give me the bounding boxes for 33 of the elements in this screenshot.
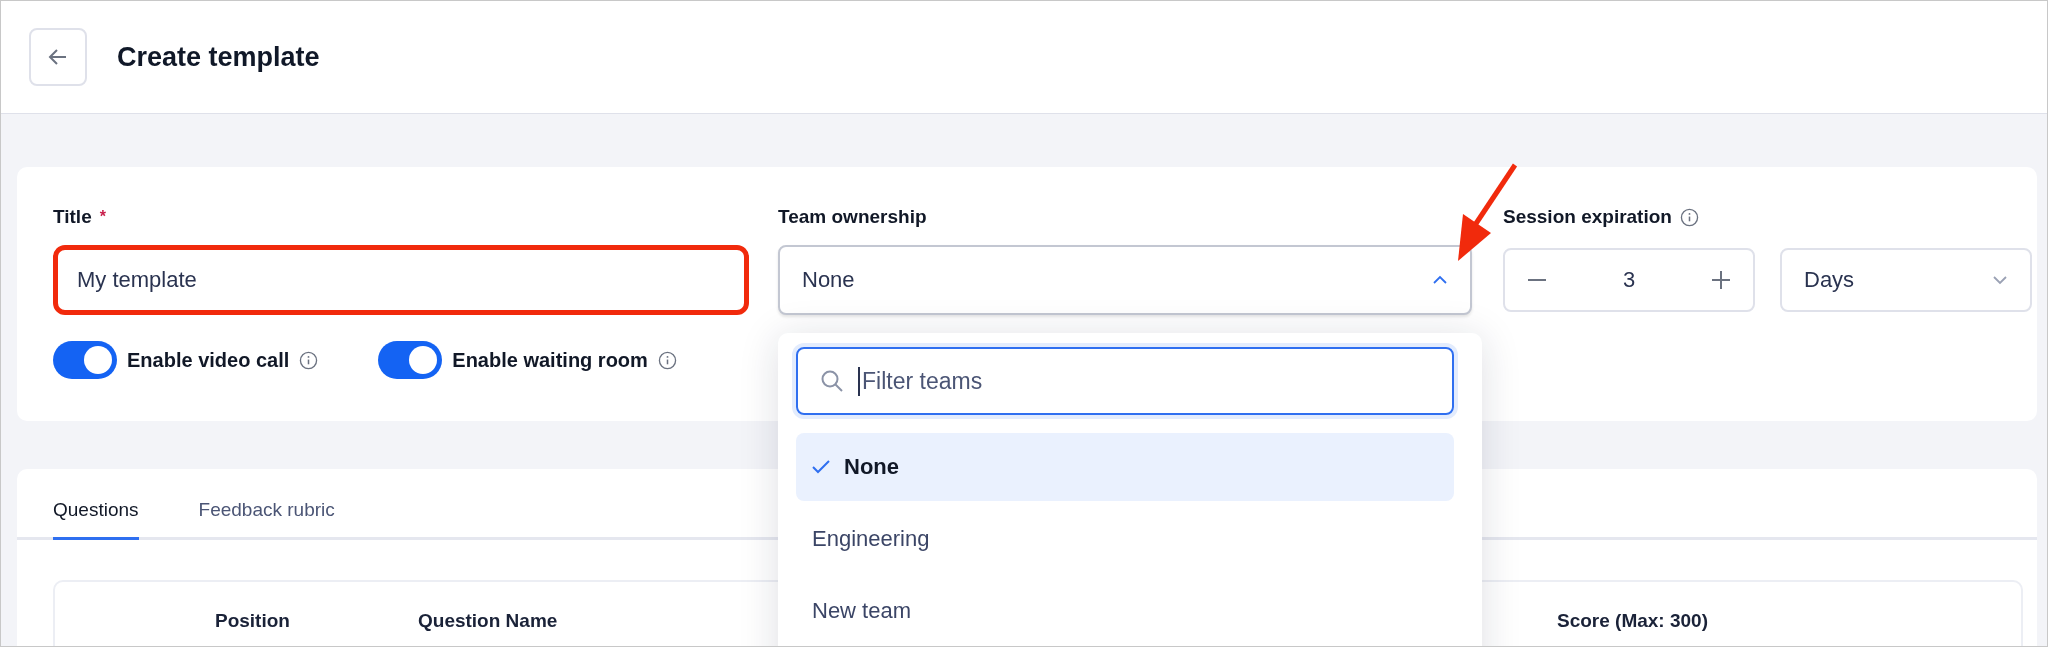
minus-icon xyxy=(1527,279,1547,281)
tab[interactable]: Questions xyxy=(53,499,139,540)
column-header: Position xyxy=(215,610,290,632)
unit-select[interactable]: Days xyxy=(1780,248,2032,312)
field-label: Team ownership xyxy=(778,205,927,229)
toggle-switch[interactable] xyxy=(53,341,117,379)
number-stepper[interactable]: 3 xyxy=(1503,248,1755,312)
back-arrow-icon xyxy=(48,48,68,66)
back-button[interactable] xyxy=(29,28,87,86)
plus-icon xyxy=(1711,270,1731,290)
chevron-down-icon xyxy=(1992,275,2008,285)
field-label: Title xyxy=(53,205,92,229)
dropdown-option[interactable]: None xyxy=(796,433,1454,501)
toggle-switch[interactable] xyxy=(378,341,443,379)
column-header: Question Name xyxy=(418,610,558,632)
info-icon xyxy=(299,350,319,370)
chevron-up-icon xyxy=(1432,275,1448,285)
page-title: Create template xyxy=(117,41,320,73)
info-icon xyxy=(657,350,677,370)
toggle-label: Enable video call xyxy=(127,348,290,372)
search-icon xyxy=(820,369,844,393)
team-select[interactable]: None xyxy=(778,245,1472,315)
dropdown-option[interactable]: Engineering xyxy=(796,505,1454,573)
toggle-label: Enable waiting room xyxy=(452,348,648,372)
dropdown-option[interactable]: New team xyxy=(796,577,1454,645)
tab[interactable]: Feedback rubric xyxy=(198,499,335,540)
required-mark: * xyxy=(99,208,106,226)
column-header: Score (Max: 300) xyxy=(1557,610,1708,632)
check-icon xyxy=(812,460,830,474)
field-label: Session expiration xyxy=(1503,205,1672,229)
title-input-field[interactable]: My template xyxy=(53,245,749,315)
search-input[interactable]: Filter teams xyxy=(858,366,1430,396)
info-icon xyxy=(1679,207,1699,227)
